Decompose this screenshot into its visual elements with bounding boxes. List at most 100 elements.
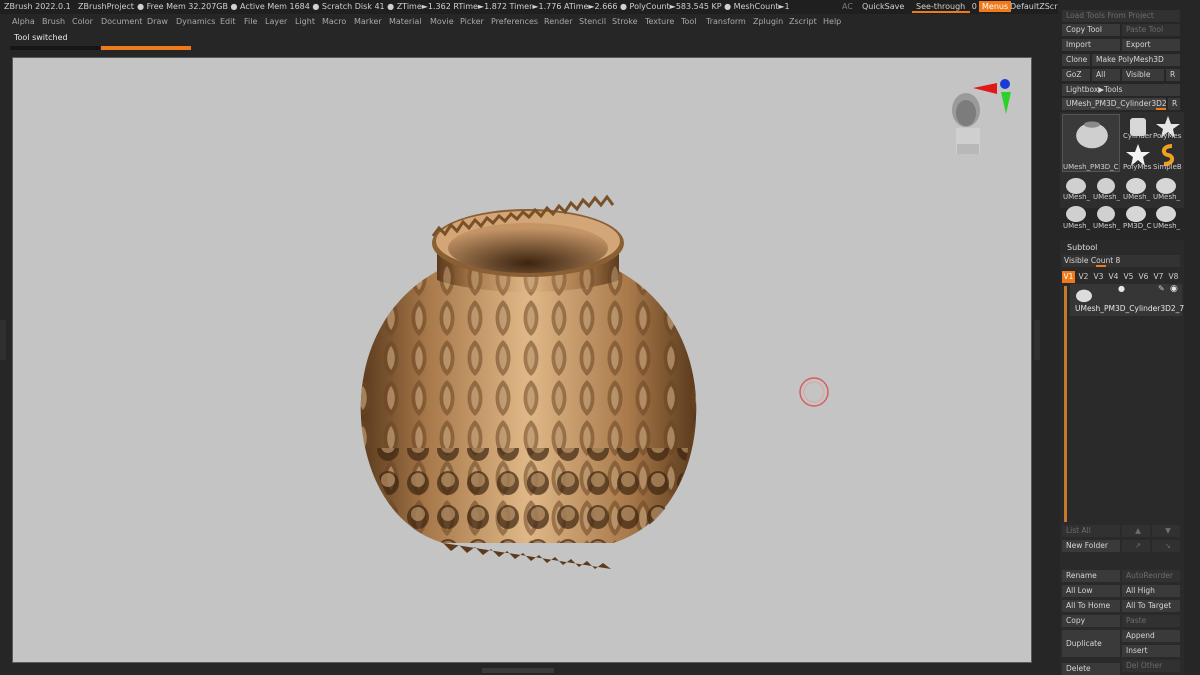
bottom-tray-handle[interactable]	[482, 668, 554, 673]
thumb-label: PolyMes	[1153, 132, 1182, 140]
insert-button[interactable]: Insert	[1122, 645, 1180, 657]
thumb-label: UMesh_	[1093, 193, 1121, 201]
current-tool-slider[interactable]: UMesh_PM3D_Cylinder3D2_7	[1062, 98, 1166, 110]
menu-draw[interactable]: Draw	[147, 17, 168, 26]
menu-picker[interactable]: Picker	[460, 17, 484, 26]
new-folder-button[interactable]: New Folder	[1062, 540, 1120, 552]
brush-cursor-icon	[799, 377, 829, 407]
menu-stencil[interactable]: Stencil	[579, 17, 606, 26]
paste-tool-button[interactable]: Paste Tool	[1122, 24, 1180, 36]
menu-file[interactable]: File	[244, 17, 257, 26]
delete-button[interactable]: Delete	[1062, 663, 1120, 675]
thumb-label: SimpleB	[1153, 163, 1182, 171]
menu-color[interactable]: Color	[72, 17, 93, 26]
lightbox-tools-button[interactable]: Lightbox▶Tools	[1062, 84, 1180, 96]
toggle-icon[interactable]: ●	[1118, 284, 1125, 293]
tab-v5[interactable]: V5	[1122, 271, 1135, 283]
import-button[interactable]: Import	[1062, 39, 1120, 51]
tab-v3[interactable]: V3	[1092, 271, 1105, 283]
current-tool-slider-fill	[1156, 108, 1166, 110]
menu-light[interactable]: Light	[295, 17, 315, 26]
eye-icon[interactable]: ◉	[1170, 284, 1178, 294]
menu-marker[interactable]: Marker	[354, 17, 382, 26]
left-tray-handle[interactable]	[0, 320, 6, 360]
see-through-track	[912, 11, 970, 13]
menu-stroke[interactable]: Stroke	[612, 17, 638, 26]
quicksave-button[interactable]: QuickSave	[862, 2, 904, 11]
append-button[interactable]: Append	[1122, 630, 1180, 642]
visible-count-slider[interactable]: Visible Count 8	[1062, 255, 1180, 267]
right-tray-handle[interactable]	[1034, 320, 1040, 360]
menu-document[interactable]: Document	[101, 17, 142, 26]
duplicate-button[interactable]: Duplicate	[1062, 630, 1120, 657]
menu-macro[interactable]: Macro	[322, 17, 346, 26]
brush-icon[interactable]: ✎	[1158, 284, 1165, 293]
thumb-label: UMesh_	[1063, 222, 1091, 230]
menu-layer[interactable]: Layer	[265, 17, 287, 26]
menu-zscript[interactable]: Zscript	[789, 17, 817, 26]
tab-v4[interactable]: V4	[1107, 271, 1120, 283]
arrow-up-icon[interactable]: ▲	[1122, 525, 1150, 537]
rename-button[interactable]: Rename	[1062, 570, 1120, 582]
all-to-home-button[interactable]: All To Home	[1062, 600, 1120, 612]
thumb-label: UMesh_PM3D_C	[1063, 163, 1119, 171]
menus-button[interactable]: Menus	[979, 1, 1012, 12]
subtool-item[interactable]: ● ✎ ◉ UMesh_PM3D_Cylinder3D2_7	[1070, 284, 1184, 316]
menu-edit[interactable]: Edit	[220, 17, 236, 26]
menu-render[interactable]: Render	[544, 17, 572, 26]
r-button[interactable]: R	[1166, 69, 1180, 81]
visible-count-fill	[1096, 265, 1106, 267]
subtool-scrollbar[interactable]	[1064, 286, 1067, 522]
move-folder-icon[interactable]: ↗	[1122, 540, 1150, 552]
menu-help[interactable]: Help	[823, 17, 841, 26]
del-other-button[interactable]: Del Other	[1122, 660, 1180, 672]
tab-v6[interactable]: V6	[1137, 271, 1150, 283]
visible-button[interactable]: Visible	[1122, 69, 1164, 81]
menu-tool[interactable]: Tool	[681, 17, 697, 26]
notice-progress-fill	[101, 46, 191, 50]
thumb-label: UMesh_	[1153, 222, 1181, 230]
copy-tool-button[interactable]: Copy Tool	[1062, 24, 1120, 36]
auto-reorder-button[interactable]: AutoReorder	[1122, 570, 1180, 582]
menu-brush[interactable]: Brush	[42, 17, 65, 26]
list-all-button[interactable]: List All	[1062, 525, 1120, 537]
menu-transform[interactable]: Transform	[706, 17, 746, 26]
menu-texture[interactable]: Texture	[645, 17, 674, 26]
tab-v8[interactable]: V8	[1167, 271, 1180, 283]
menu-alpha[interactable]: Alpha	[12, 17, 35, 26]
load-tools-from-project-button[interactable]: Load Tools From Project	[1062, 10, 1180, 22]
document-canvas[interactable]	[12, 57, 1032, 663]
tab-v2[interactable]: V2	[1077, 271, 1090, 283]
copy-button[interactable]: Copy	[1062, 615, 1120, 627]
all-low-button[interactable]: All Low	[1062, 585, 1120, 597]
all-button[interactable]: All	[1092, 69, 1120, 81]
current-tool-r-button[interactable]: R	[1168, 98, 1180, 110]
menu-zplugin[interactable]: Zplugin	[753, 17, 783, 26]
ac-label[interactable]: AC	[842, 2, 853, 11]
visible-count-label: Visible Count 8	[1064, 256, 1121, 265]
menu-material[interactable]: Material	[389, 17, 422, 26]
all-to-target-button[interactable]: All To Target	[1122, 600, 1180, 612]
thumb-label: UMesh_	[1093, 222, 1121, 230]
menu-movie[interactable]: Movie	[430, 17, 454, 26]
title-bar: ZBrush 2022.0.1 ZBrushProject . ● Free M…	[0, 0, 1200, 14]
tab-v1[interactable]: V1	[1062, 271, 1075, 283]
notice-strip: Tool switched	[0, 30, 1058, 54]
head-navigation-icon[interactable]	[952, 93, 980, 154]
arrow-down-icon[interactable]: ▼	[1152, 525, 1180, 537]
move-out-icon[interactable]: ↘	[1152, 540, 1180, 552]
see-through-slider[interactable]: See-through 0	[916, 2, 977, 11]
notice-progress-track	[10, 46, 100, 50]
export-button[interactable]: Export	[1122, 39, 1180, 51]
thumb-label: UMesh_	[1063, 193, 1091, 201]
paste-button[interactable]: Paste	[1122, 615, 1180, 627]
subtool-title[interactable]: Subtool	[1067, 243, 1097, 252]
make-polymesh3d-button[interactable]: Make PolyMesh3D	[1092, 54, 1180, 66]
menu-dynamics[interactable]: Dynamics	[176, 17, 215, 26]
menu-preferences[interactable]: Preferences	[491, 17, 538, 26]
tab-v7[interactable]: V7	[1152, 271, 1165, 283]
clone-button[interactable]: Clone	[1062, 54, 1090, 66]
goz-button[interactable]: GoZ	[1062, 69, 1090, 81]
vase-thumbnail-icon	[1076, 289, 1092, 303]
all-high-button[interactable]: All High	[1122, 585, 1180, 597]
